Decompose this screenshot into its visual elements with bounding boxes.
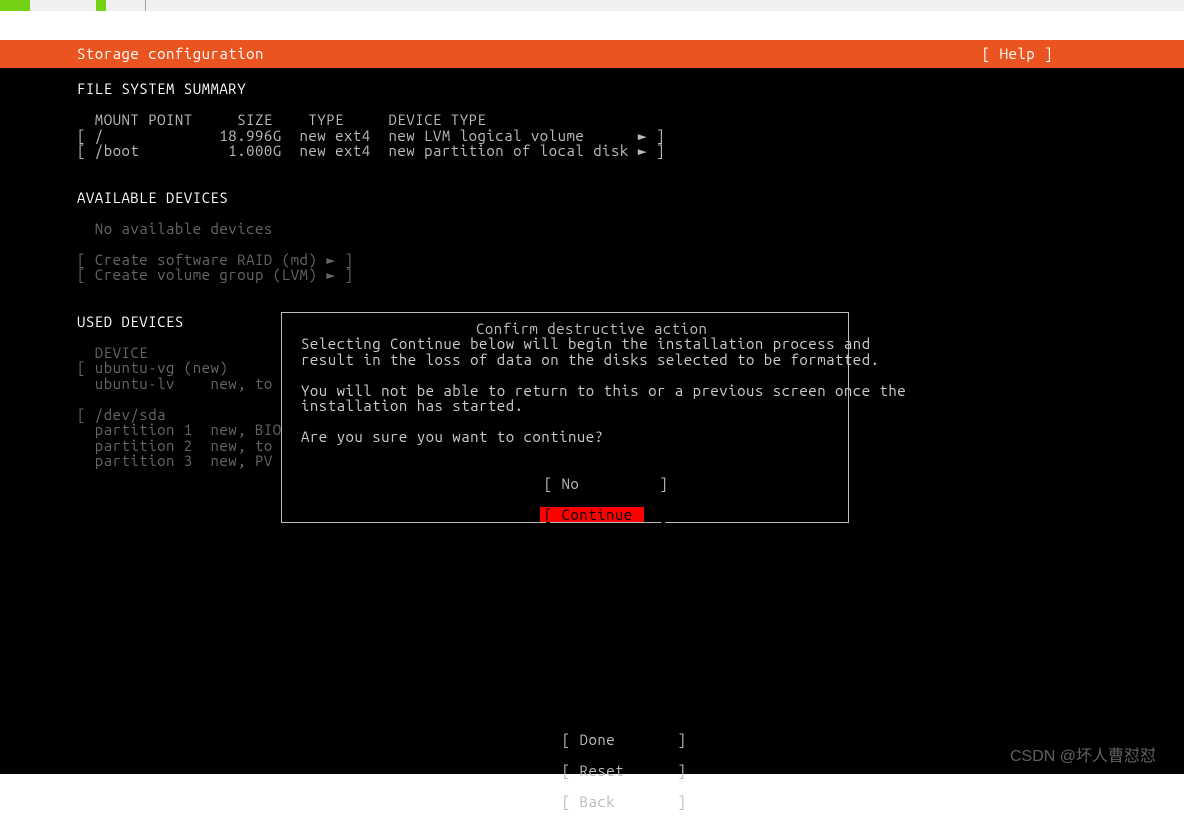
used-device-ubuntu-lv[interactable]: ubuntu-lv new, to xyxy=(77,376,273,392)
reset-button[interactable]: [ Reset ] xyxy=(558,763,662,779)
used-devices-heading: USED DEVICES xyxy=(77,314,184,330)
window-chrome-bar xyxy=(0,0,1184,11)
back-button[interactable]: [ Back ] xyxy=(558,794,662,810)
page-title: Storage configuration xyxy=(77,46,264,62)
window-chrome-sep xyxy=(145,0,146,11)
help-button[interactable]: [ Help ] xyxy=(982,46,1053,62)
watermark: CSDN @坏人曹怼怼 xyxy=(1010,749,1156,765)
window-chrome-accent xyxy=(0,0,30,11)
used-device-sda-p3[interactable]: partition 3 new, PV xyxy=(77,453,282,469)
create-lvm-button[interactable]: [ Create volume group (LVM) ► ] xyxy=(77,267,354,283)
available-devices-heading: AVAILABLE DEVICES xyxy=(77,190,228,206)
dialog-no-button[interactable]: [ No ] xyxy=(540,476,644,492)
terminal-top-gap xyxy=(0,11,1184,40)
bottom-actions: [ Done ] [ Reset ] [ Back ] xyxy=(0,716,1184,825)
used-device-ubuntu-vg[interactable]: [ ubuntu-vg (new) xyxy=(77,360,228,376)
fs-summary-columns: MOUNT POINT SIZE TYPE DEVICE TYPE xyxy=(77,112,486,128)
used-device-sda-p1[interactable]: partition 1 new, BIO xyxy=(77,422,282,438)
confirm-dialog-title: Confirm destructive action xyxy=(468,321,715,337)
dialog-continue-button[interactable]: [ Continue ] xyxy=(540,507,644,523)
confirm-dialog-body: Selecting Continue below will begin the … xyxy=(301,336,906,445)
no-available-devices: No available devices xyxy=(77,221,273,237)
confirm-dialog: Confirm destructive action Selecting Con… xyxy=(281,312,849,523)
fs-summary-heading: FILE SYSTEM SUMMARY xyxy=(77,81,246,97)
installer-header: Storage configuration [ Help ] xyxy=(0,40,1184,68)
terminal: Storage configuration [ Help ] FILE SYST… xyxy=(0,11,1184,774)
done-button[interactable]: [ Done ] xyxy=(558,732,662,748)
fs-summary-row-boot[interactable]: [ /boot 1.000G new ext4 new partition of… xyxy=(77,143,665,159)
window-chrome-accent-mid xyxy=(96,0,106,11)
